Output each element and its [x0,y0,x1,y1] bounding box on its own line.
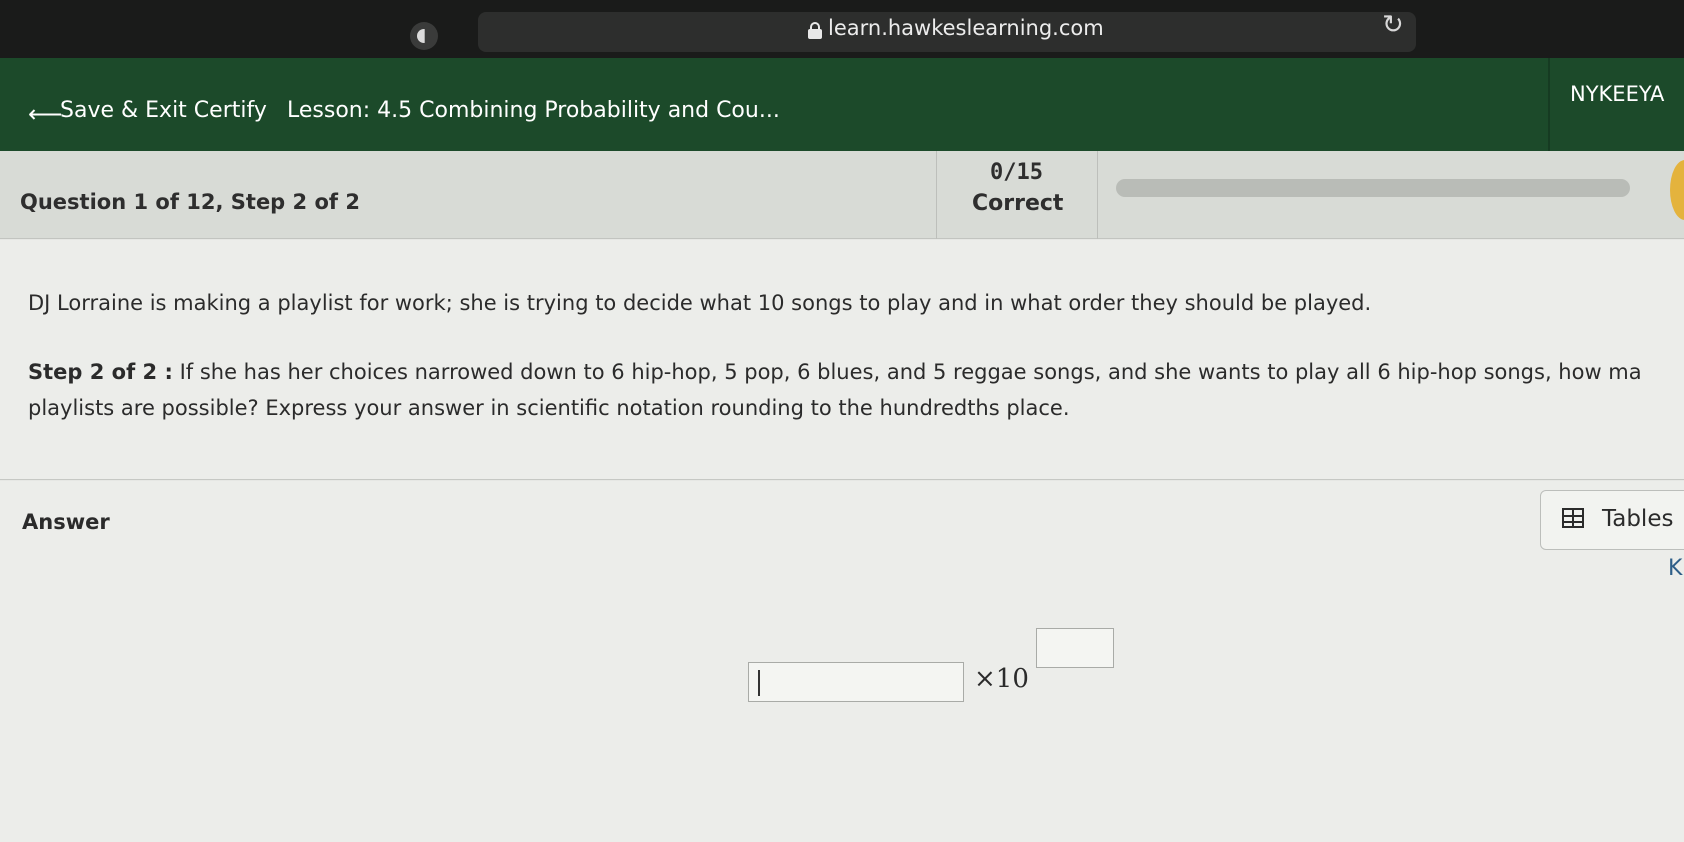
step-label: Step 2 of 2 : [28,360,173,384]
url-text[interactable]: learn.hawkeslearning.com [828,16,1104,40]
answer-label: Answer [22,510,110,534]
question-step-label: Question 1 of 12, Step 2 of 2 [20,190,360,214]
exponent-input[interactable] [1036,628,1114,668]
tables-label: Tables [1602,506,1674,532]
times-ten-label: ×10 [974,664,1029,694]
progress-bar [1116,179,1630,197]
user-name[interactable]: NYKEEYA [1570,82,1664,106]
lock-icon [808,22,822,39]
score-label: Correct [972,191,1064,216]
score-count: 0/15 [990,160,1043,185]
step-line-1: If she has her choices narrowed down to … [179,360,1642,384]
step-line-2: playlists are possible? Express your ans… [28,396,1070,420]
question-prompt: DJ Lorraine is making a playlist for wor… [28,291,1372,315]
lesson-title: Lesson: 4.5 Combining Probability and Co… [287,98,780,123]
shield-icon[interactable] [410,22,438,50]
save-exit-button[interactable]: Save & Exit Certify [60,98,267,123]
header-divider [1548,58,1550,151]
keypad-link[interactable]: K [1668,556,1682,581]
step-text: Step 2 of 2 : If she has her choices nar… [28,354,1684,426]
table-icon [1562,508,1584,528]
back-arrow-icon[interactable]: ⟵ [28,100,62,128]
text-caret [758,670,760,696]
mantissa-input[interactable] [748,662,964,702]
reload-icon[interactable]: ↻ [1382,10,1404,40]
